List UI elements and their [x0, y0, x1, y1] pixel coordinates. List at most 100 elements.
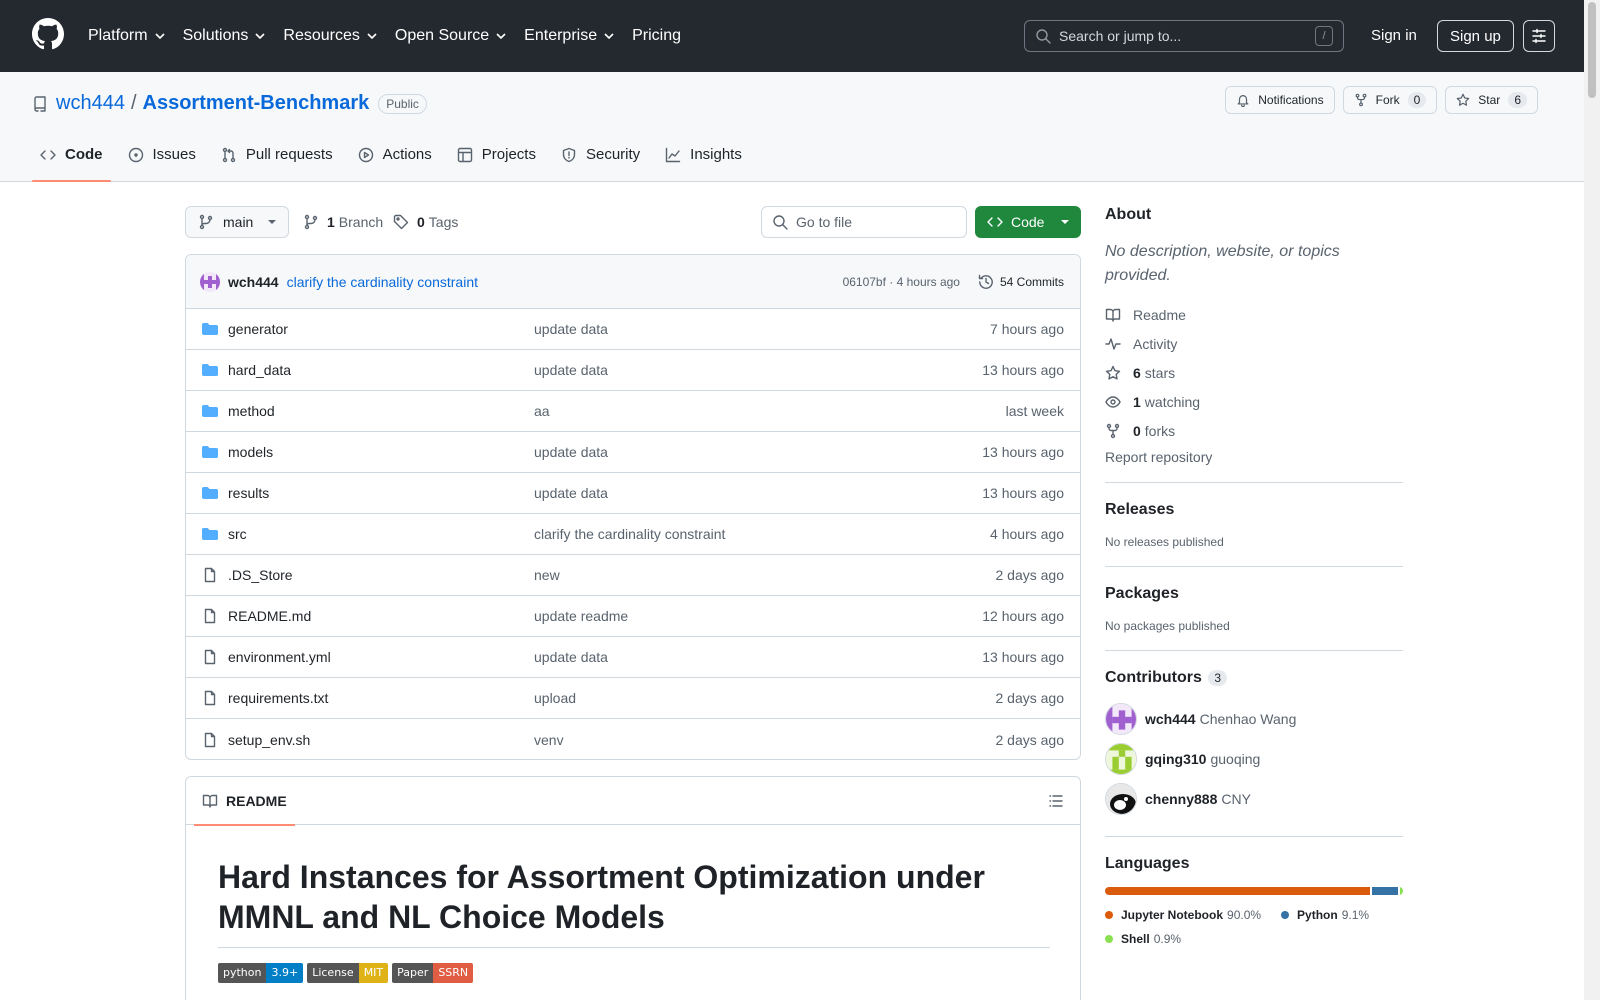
report-repository-link[interactable]: Report repository	[1105, 449, 1403, 465]
file-name-link[interactable]: method	[228, 403, 275, 419]
header-menu-button[interactable]	[1523, 20, 1555, 52]
page-scrollbar[interactable]	[1584, 0, 1600, 1000]
table-row[interactable]: results update data 13 hours ago	[186, 473, 1080, 514]
languages-list: Jupyter Notebook 90.0% Python 9.1% Shell 0.9%	[1105, 903, 1403, 951]
file-name-link[interactable]: src	[228, 526, 247, 542]
notifications-button[interactable]: Notifications	[1225, 86, 1335, 114]
file-commit-message[interactable]: update readme	[534, 608, 982, 624]
table-row[interactable]: src clarify the cardinality constraint 4 h…	[186, 514, 1080, 555]
readme-link[interactable]: Readme	[1105, 300, 1403, 329]
file-name-link[interactable]: requirements.txt	[228, 690, 328, 706]
commit-author-link[interactable]: wch444	[228, 274, 279, 290]
table-row[interactable]: requirements.txt upload 2 days ago	[186, 678, 1080, 719]
table-row[interactable]: README.md update readme 12 hours ago	[186, 596, 1080, 637]
file-icon	[204, 567, 216, 583]
file-commit-message[interactable]: update data	[534, 362, 982, 378]
readme-tab[interactable]: README	[194, 777, 295, 826]
sign-in-link[interactable]: Sign in	[1371, 27, 1417, 44]
file-name-link[interactable]: environment.yml	[228, 649, 331, 665]
nav-platform[interactable]: Platform	[88, 27, 166, 45]
tab-security[interactable]: Security	[553, 138, 648, 182]
nav-solutions[interactable]: Solutions	[183, 27, 267, 45]
fork-button[interactable]: Fork 0	[1342, 86, 1438, 114]
badge-paper[interactable]: Paper SSRN	[392, 963, 474, 983]
forks-link[interactable]: 0 forks	[1105, 416, 1403, 445]
file-name-link[interactable]: results	[228, 485, 269, 501]
commit-message-link[interactable]: clarify the cardinality constraint	[287, 274, 478, 290]
search-input[interactable]: Search or jump to... /	[1024, 20, 1344, 52]
nav-open-source[interactable]: Open Source	[395, 27, 507, 45]
code-dropdown-button[interactable]: Code	[975, 206, 1081, 238]
branches-link[interactable]: 1 Branch	[303, 214, 383, 230]
watching-link[interactable]: 1 watching	[1105, 387, 1403, 416]
file-commit-message[interactable]: upload	[534, 690, 996, 706]
file-name-link[interactable]: hard_data	[228, 362, 291, 378]
file-commit-message[interactable]: update data	[534, 321, 990, 337]
file-commit-message[interactable]: new	[534, 567, 996, 583]
nav-resources[interactable]: Resources	[283, 27, 377, 45]
file-name-link[interactable]: generator	[228, 321, 288, 337]
tags-link[interactable]: 0 Tags	[393, 214, 458, 230]
language-item[interactable]: Shell 0.9%	[1105, 927, 1181, 951]
packages-heading[interactable]: Packages	[1105, 585, 1403, 603]
visibility-badge: Public	[378, 93, 427, 114]
file-commit-message[interactable]: clarify the cardinality constraint	[534, 526, 990, 542]
file-name-link[interactable]: models	[228, 444, 273, 460]
avatar[interactable]	[200, 271, 220, 292]
table-row[interactable]: setup_env.sh venv 2 days ago	[186, 719, 1080, 759]
table-row[interactable]: models update data 13 hours ago	[186, 432, 1080, 473]
tab-projects[interactable]: Projects	[449, 138, 544, 182]
repo-owner-link[interactable]: wch444	[56, 92, 125, 115]
badge-license[interactable]: License MIT	[307, 963, 389, 983]
language-item[interactable]: Jupyter Notebook 90.0%	[1105, 903, 1261, 927]
contributor-item[interactable]: wch444 Chenhao Wang	[1105, 699, 1403, 739]
nav-pricing[interactable]: Pricing	[632, 27, 681, 45]
contributor-item[interactable]: chenny888 CNY	[1105, 779, 1403, 819]
readme-badges: python 3.9+ License MIT Paper SSRN	[218, 963, 477, 983]
contributor-name: Chenhao Wang	[1199, 711, 1297, 727]
tab-pull-requests[interactable]: Pull requests	[213, 138, 341, 182]
star-button[interactable]: Star 6	[1445, 86, 1538, 114]
badge-python[interactable]: python 3.9+	[218, 963, 304, 983]
contributors-heading[interactable]: Contributors 3	[1105, 669, 1403, 687]
stars-link[interactable]: 6 stars	[1105, 358, 1403, 387]
file-commit-message[interactable]: update data	[534, 649, 982, 665]
file-commit-message[interactable]: venv	[534, 732, 996, 748]
sign-up-button[interactable]: Sign up	[1437, 20, 1514, 52]
repo-name-link[interactable]: Assortment-Benchmark	[143, 92, 370, 115]
outline-list-icon[interactable]	[1048, 793, 1064, 809]
file-commit-message[interactable]: aa	[534, 403, 1006, 419]
pull-request-icon	[222, 147, 236, 163]
file-name-link[interactable]: README.md	[228, 608, 311, 624]
tab-issues[interactable]: Issues	[120, 138, 204, 182]
github-logo-icon[interactable]	[32, 18, 64, 50]
nav-enterprise[interactable]: Enterprise	[524, 27, 615, 45]
branch-selector[interactable]: main	[185, 206, 289, 238]
tab-actions[interactable]: Actions	[350, 138, 440, 182]
table-row[interactable]: method aa last week	[186, 391, 1080, 432]
releases-heading[interactable]: Releases	[1105, 501, 1403, 519]
file-commit-message[interactable]: update data	[534, 485, 982, 501]
commits-history-link[interactable]: 54 Commits	[978, 274, 1064, 290]
forks-label: forks	[1144, 422, 1176, 439]
tab-code[interactable]: Code	[32, 138, 111, 182]
code-icon	[40, 150, 56, 160]
file-name-link[interactable]: .DS_Store	[228, 567, 293, 583]
file-commit-message[interactable]: update data	[534, 444, 982, 460]
table-row[interactable]: environment.yml update data 13 hours ago	[186, 637, 1080, 678]
scrollbar-thumb[interactable]	[1588, 2, 1596, 98]
tab-insights[interactable]: Insights	[657, 138, 750, 182]
chevron-down-icon	[367, 33, 377, 40]
go-to-file-input[interactable]: Go to file	[761, 206, 967, 238]
commit-hash-and-time[interactable]: 06107bf · 4 hours ago	[843, 275, 960, 289]
language-item[interactable]: Python 9.1%	[1281, 903, 1369, 927]
file-name-link[interactable]: setup_env.sh	[228, 732, 310, 748]
about-links: Readme Activity 6 stars 1 watching 0 forks	[1105, 300, 1403, 445]
table-row[interactable]: .DS_Store new 2 days ago	[186, 555, 1080, 596]
contributor-item[interactable]: gqing310 guoqing	[1105, 739, 1403, 779]
activity-link[interactable]: Activity	[1105, 329, 1403, 358]
table-row[interactable]: hard_data update data 13 hours ago	[186, 350, 1080, 391]
contributor-login: chenny888	[1145, 791, 1218, 807]
about-heading: About	[1105, 206, 1152, 223]
table-row[interactable]: generator update data 7 hours ago	[186, 309, 1080, 350]
